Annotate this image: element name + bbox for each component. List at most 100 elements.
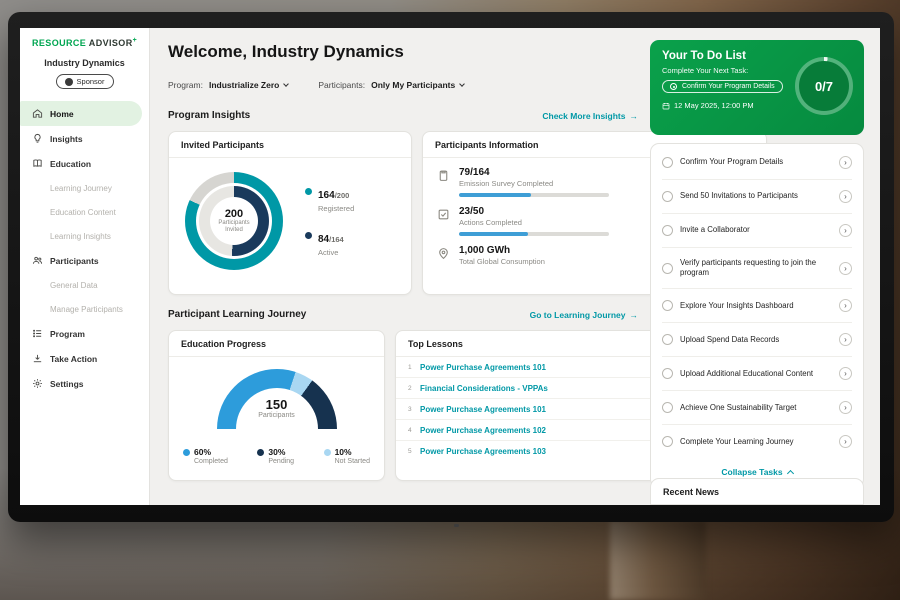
task-label: Complete Your Learning Journey — [680, 437, 832, 447]
task-checkbox[interactable] — [662, 300, 673, 311]
todo-progress-ring: 0/7 — [795, 57, 853, 115]
chevron-right-icon[interactable]: › — [839, 190, 852, 203]
gauge-value: 150 — [217, 397, 337, 412]
card-title: Invited Participants — [169, 132, 411, 158]
radio-icon — [670, 83, 677, 90]
monitor-stand — [610, 520, 706, 600]
sidebar-nav: Home Insights Education Learning Journey… — [20, 101, 149, 396]
page-title: Welcome, Industry Dynamics — [168, 42, 404, 62]
participants-filter-select[interactable]: Only My Participants — [371, 80, 464, 90]
task-checkbox[interactable] — [662, 263, 673, 274]
task-row[interactable]: Confirm Your Program Details › — [662, 146, 852, 180]
chevron-right-icon[interactable]: › — [839, 262, 852, 275]
next-task-pill[interactable]: Confirm Your Program Details — [662, 80, 783, 93]
task-checkbox[interactable] — [662, 225, 673, 236]
invited-center-value: 200 — [225, 208, 243, 220]
task-row[interactable]: Upload Additional Educational Content › — [662, 357, 852, 391]
task-checkbox[interactable] — [662, 436, 673, 447]
task-row[interactable]: Send 50 Invitations to Participants › — [662, 180, 852, 214]
task-row[interactable]: Invite a Collaborator › — [662, 214, 852, 248]
program-insights-title: Program Insights — [168, 110, 250, 121]
sidebar-item-education-content[interactable]: Education Content — [20, 200, 149, 224]
chevron-right-icon[interactable]: › — [839, 367, 852, 380]
lesson-rank: 3 — [408, 406, 420, 413]
sidebar-item-label: Settings — [50, 379, 84, 389]
legend-total: /200 — [335, 191, 350, 200]
task-row[interactable]: Achieve One Sustainability Target › — [662, 391, 852, 425]
sidebar-item-insights[interactable]: Insights — [20, 126, 149, 151]
lesson-rank: 5 — [408, 448, 420, 455]
next-task-label: Confirm Your Program Details — [682, 83, 775, 90]
due-date-text: 12 May 2025, 12:00 PM — [674, 101, 754, 110]
participants-filter-value: Only My Participants — [371, 80, 455, 90]
lesson-rank: 1 — [408, 364, 420, 371]
task-checkbox[interactable] — [662, 368, 673, 379]
task-label: Invite a Collaborator — [680, 225, 832, 235]
go-to-learning-journey-link[interactable]: Go to Learning Journey → — [530, 310, 638, 320]
stat-label: Total Global Consumption — [459, 257, 545, 266]
chevron-right-icon[interactable]: › — [839, 299, 852, 312]
task-checkbox[interactable] — [662, 157, 673, 168]
education-legend-dot — [324, 449, 331, 456]
invited-center-label: Participants Invited — [218, 220, 249, 235]
task-label: Confirm Your Program Details — [680, 157, 832, 167]
sidebar-item-participants[interactable]: Participants — [20, 248, 149, 273]
sidebar: RESOURCE ADVISOR+ Industry Dynamics Spon… — [20, 28, 150, 505]
sidebar-item-learning-journey[interactable]: Learning Journey — [20, 176, 149, 200]
check-more-insights-link[interactable]: Check More Insights → — [542, 111, 638, 121]
book-icon — [32, 158, 43, 169]
legend-value: 164 — [318, 190, 335, 201]
task-row[interactable]: Explore Your Insights Dashboard › — [662, 289, 852, 323]
sidebar-item-learning-insights[interactable]: Learning Insights — [20, 224, 149, 248]
legend-label: Not Started — [335, 458, 370, 465]
sidebar-item-education[interactable]: Education — [20, 151, 149, 176]
task-row[interactable]: Upload Spend Data Records › — [662, 323, 852, 357]
chevron-down-icon — [459, 81, 465, 87]
sidebar-item-label: Education — [50, 159, 91, 169]
task-checkbox[interactable] — [662, 191, 673, 202]
legend-item-registered: 164/200 Registered — [305, 185, 354, 213]
task-label: Verify participants requesting to join t… — [680, 258, 832, 278]
logo-primary: RESOURCE — [32, 38, 86, 48]
program-filter-value: Industrialize Zero — [209, 80, 279, 90]
legend-label: Completed — [194, 458, 228, 465]
gear-icon — [32, 378, 43, 389]
task-row[interactable]: Verify participants requesting to join t… — [662, 248, 852, 289]
task-row[interactable]: Complete Your Learning Journey › — [662, 425, 852, 458]
chevron-down-icon — [284, 81, 290, 87]
sidebar-item-label: Program — [50, 329, 85, 339]
stat-label: Emission Survey Completed — [459, 179, 609, 188]
education-legend: 60% Completed 30% Pending 10% Not Starte… — [169, 431, 384, 465]
sidebar-item-manage-participants[interactable]: Manage Participants — [20, 297, 149, 321]
participants-filter-label: Participants: — [318, 80, 365, 90]
chevron-right-icon[interactable]: › — [839, 435, 852, 448]
learning-journey-title: Participant Learning Journey — [168, 309, 306, 320]
education-progress-card: Education Progress 150 Participants 60% … — [168, 330, 385, 481]
task-label: Upload Additional Educational Content — [680, 369, 832, 379]
sponsor-badge[interactable]: Sponsor — [56, 74, 114, 89]
chevron-right-icon[interactable]: › — [839, 224, 852, 237]
task-label: Explore Your Insights Dashboard — [680, 301, 832, 311]
lightbulb-icon — [32, 133, 43, 144]
sidebar-item-general-data[interactable]: General Data — [20, 273, 149, 297]
stat-progress-track — [459, 232, 609, 236]
sidebar-item-program[interactable]: Program — [20, 321, 149, 346]
invited-donut-outer: 200 Participants Invited — [185, 172, 283, 270]
program-filter-select[interactable]: Industrialize Zero — [209, 80, 288, 90]
app-logo: RESOURCE ADVISOR+ — [20, 28, 149, 48]
task-checkbox[interactable] — [662, 334, 673, 345]
todo-progress-count: 0/7 — [799, 61, 849, 111]
org-name: Industry Dynamics — [20, 58, 149, 68]
sidebar-item-home[interactable]: Home — [20, 101, 142, 126]
task-checkbox[interactable] — [662, 402, 673, 413]
chevron-right-icon[interactable]: › — [839, 156, 852, 169]
legend-item-pending: 30% Pending — [257, 447, 294, 465]
chevron-right-icon[interactable]: › — [839, 401, 852, 414]
checklist-icon — [437, 208, 450, 221]
sidebar-item-take-action[interactable]: Take Action — [20, 346, 149, 371]
sidebar-item-label: Learning Journey — [50, 184, 112, 193]
sidebar-item-settings[interactable]: Settings — [20, 371, 149, 396]
todo-summary-card: Your To Do List Complete Your Next Task:… — [650, 40, 864, 135]
chevron-right-icon[interactable]: › — [839, 333, 852, 346]
sidebar-item-label: Take Action — [50, 354, 97, 364]
